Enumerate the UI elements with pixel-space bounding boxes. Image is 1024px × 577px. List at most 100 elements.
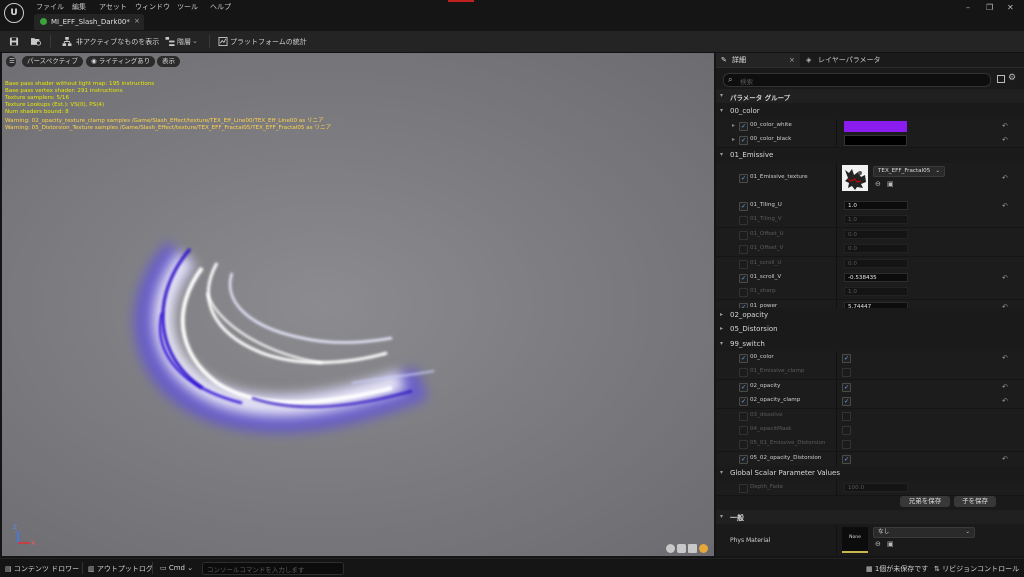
menu-tools[interactable]: ツール [177,2,198,12]
override-checkbox[interactable] [739,288,748,298]
platform-stats-button[interactable]: プラットフォームの統計 [230,37,307,47]
browse-folder-icon[interactable]: ▣ [887,180,894,188]
tab-close-icon[interactable]: × [134,17,140,25]
parameter-group-header[interactable]: ▾ パラメータ グループ [716,89,1024,103]
maximize-button[interactable]: ❐ [986,3,993,12]
override-checkbox[interactable]: ✓ [739,354,748,363]
save-sibling-button[interactable]: 兄弟を保存 [900,496,950,507]
param-value[interactable]: 1.0 [844,201,908,210]
menu-edit[interactable]: 編集 [72,2,86,12]
override-checkbox[interactable]: ✓ [739,136,748,145]
output-log-button[interactable]: ▥ アウトプットログ [88,564,153,574]
override-checkbox[interactable]: ✓ [739,454,748,464]
material-preview-viewport[interactable]: ☰ パースペクティブ ◉ ライティングあり 表示 Base pass shade… [2,53,714,556]
view-options-icon[interactable] [997,75,1005,83]
color-swatch-white[interactable] [844,121,907,132]
switch-value-checkbox[interactable]: ✓ [842,382,851,392]
switch-value-checkbox[interactable] [842,426,851,435]
preview-cube-icon[interactable] [677,544,686,553]
menu-window[interactable]: ウィンドウ [135,2,170,12]
group-general[interactable]: ▾ 一般 [716,510,1024,524]
hierarchy-button[interactable]: 階層 [177,37,191,47]
close-window-button[interactable]: ✕ [1007,3,1014,12]
tab-details[interactable]: ✎ 詳細 × [716,53,800,67]
revision-control-button[interactable]: ⇅ リビジョンコントロール [934,564,1019,574]
menu-asset[interactable]: アセット [99,2,127,12]
param-value[interactable]: 0.0 [844,244,908,254]
param-value[interactable]: 0.0 [844,258,908,268]
phys-material-thumbnail[interactable]: None [842,527,868,553]
reset-arrow-icon[interactable]: ↶ [1002,136,1008,144]
expand-icon[interactable]: ▸ [732,136,735,143]
preview-mesh-icon[interactable] [699,544,708,553]
unreal-logo-icon[interactable]: U [4,3,24,23]
override-checkbox[interactable] [739,426,748,435]
override-checkbox[interactable]: ✓ [739,174,748,183]
console-command-input[interactable]: コンソールコマンドを入力します [202,562,344,575]
reset-arrow-icon[interactable]: ↶ [1002,122,1008,130]
menu-help[interactable]: ヘルプ [210,2,231,12]
tab-material-instance[interactable]: MI_EFF_Slash_Dark00* × [34,14,144,30]
reset-arrow-icon[interactable]: ↶ [1002,354,1008,362]
reset-arrow-icon[interactable]: ↶ [1002,397,1008,405]
override-checkbox[interactable]: ✓ [739,397,748,407]
override-checkbox[interactable]: ✓ [739,274,748,283]
param-value[interactable]: 1.0 [844,215,908,225]
reset-arrow-icon[interactable]: ↶ [1002,174,1008,182]
reset-arrow-icon[interactable]: ↶ [1002,274,1008,282]
content-drawer-button[interactable]: ▤ コンテンツ ドロワー [5,564,79,574]
param-value[interactable]: 100.0 [844,483,908,492]
override-checkbox[interactable] [739,245,748,255]
override-checkbox[interactable] [739,484,748,493]
override-checkbox[interactable] [739,216,748,226]
texture-thumbnail[interactable] [842,165,868,191]
override-checkbox[interactable] [739,440,748,450]
switch-value-checkbox[interactable]: ✓ [842,397,851,407]
browse-asset-icon[interactable] [31,37,41,46]
menu-file[interactable]: ファイル [36,2,64,12]
group-01-emissive[interactable]: ▾ 01_Emissive [716,148,1024,162]
reset-arrow-icon[interactable]: ↶ [1002,383,1008,391]
search-input[interactable]: ⌕ 検索 [723,73,991,87]
override-checkbox[interactable]: ✓ [739,382,748,392]
override-checkbox[interactable]: ✓ [739,202,748,211]
tab-layer-parameters[interactable]: ◈ レイヤーパラメータ [802,53,922,67]
use-selected-asset-icon[interactable]: ⊖ [875,180,881,188]
tab-close-icon[interactable]: × [789,53,795,67]
hide-inactive-button[interactable]: 非アクティブなものを表示 [76,37,159,47]
settings-gear-icon[interactable]: ⚙ [1008,73,1016,83]
override-checkbox[interactable] [739,230,748,240]
phys-material-dropdown[interactable]: なし ⌄ [873,527,975,538]
preview-sphere-icon[interactable] [666,544,675,553]
save-icon[interactable] [9,37,19,46]
switch-value-checkbox[interactable]: ✓ [842,354,851,363]
switch-value-checkbox[interactable] [842,368,851,378]
override-checkbox[interactable] [739,259,748,269]
param-value[interactable]: 0.0 [844,229,908,239]
texture-asset-dropdown[interactable]: TEX_EFF_Fractal05 ⌄ [873,166,945,177]
hierarchy-chevron-down-icon[interactable]: ⌄ [192,37,198,45]
save-child-button[interactable]: 子を保存 [954,496,996,507]
param-value[interactable]: 1.0 [844,287,908,297]
override-checkbox[interactable] [739,411,748,421]
switch-value-checkbox[interactable] [842,411,851,421]
cmd-dropdown[interactable]: ▭ Cmd ⌄ [160,564,193,572]
expand-icon[interactable]: ▸ [732,122,735,129]
group-05-distorsion[interactable]: ▸ 05_Distorsion [716,322,1024,336]
reset-arrow-icon[interactable]: ↶ [1002,202,1008,210]
param-value[interactable]: -0.538435 [844,273,908,282]
minimize-button[interactable]: – [966,3,970,12]
use-selected-asset-icon[interactable]: ⊖ [875,540,881,548]
override-checkbox[interactable]: ✓ [739,122,748,131]
group-global-scalar[interactable]: ▾ Global Scalar Parameter Values [716,466,1024,480]
reset-arrow-icon[interactable]: ↶ [1002,455,1008,463]
preview-plane-icon[interactable] [688,544,697,553]
group-00-color[interactable]: ▾ 00_color [716,104,1024,118]
color-swatch-black[interactable] [844,135,907,146]
browse-folder-icon[interactable]: ▣ [887,540,894,548]
group-99-switch[interactable]: ▾ 99_switch [716,337,1024,351]
override-checkbox[interactable] [739,368,748,378]
switch-value-checkbox[interactable] [842,440,851,450]
switch-value-checkbox[interactable]: ✓ [842,454,851,464]
group-02-opacity[interactable]: ▸ 02_opacity [716,308,1024,322]
